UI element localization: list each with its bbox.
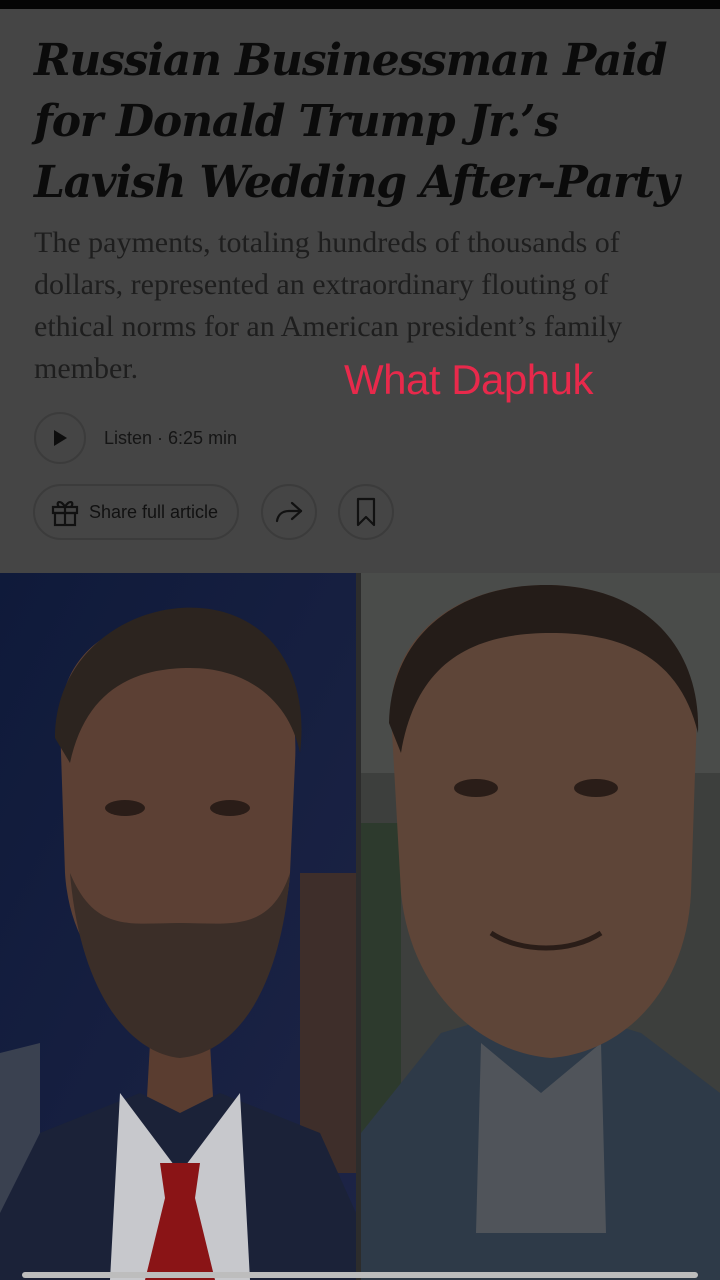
share-arrow-icon — [275, 501, 303, 523]
listen-duration-label[interactable]: Listen · 6:25 min — [104, 428, 237, 449]
home-indicator — [22, 1272, 698, 1278]
gift-icon — [51, 501, 79, 527]
bookmark-button[interactable] — [338, 484, 394, 540]
share-full-article-button[interactable]: Share full article — [33, 484, 239, 540]
article-lead-images — [0, 573, 720, 1280]
play-icon — [54, 430, 67, 446]
photo-russian-businessman — [361, 573, 720, 1280]
status-bar — [0, 0, 720, 9]
article-headline: Russian Businessman Paid for Donald Trum… — [34, 35, 679, 208]
overlay-caption: What Daphuk — [344, 356, 593, 403]
photo-donald-trump-jr — [0, 573, 356, 1280]
share-button[interactable] — [261, 484, 317, 540]
share-button-label: Share full article — [89, 501, 219, 522]
bookmark-icon — [356, 497, 376, 527]
play-audio-button[interactable] — [34, 412, 86, 464]
